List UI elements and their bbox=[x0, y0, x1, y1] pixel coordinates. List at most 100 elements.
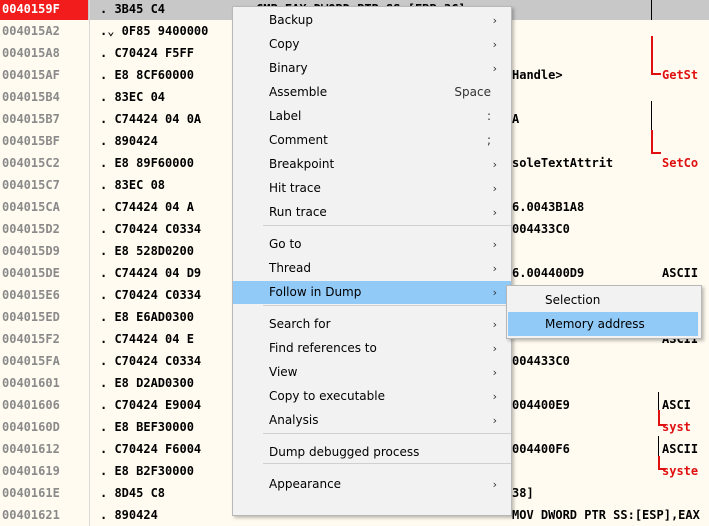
menu-item-label: Find references to bbox=[269, 341, 377, 355]
menu-item-thread[interactable]: Thread › bbox=[233, 257, 511, 280]
jump-bracket bbox=[651, 0, 652, 20]
column-separator bbox=[89, 218, 90, 240]
column-separator bbox=[89, 350, 90, 372]
column-separator bbox=[89, 438, 90, 460]
menu-item-binary[interactable]: Binary › bbox=[233, 57, 511, 80]
column-separator bbox=[89, 262, 90, 284]
address-cell: 00401621 bbox=[2, 508, 60, 522]
menu-item-search-for[interactable]: Search for › bbox=[233, 313, 511, 336]
comment-cell: ASCII bbox=[662, 266, 699, 280]
menu-item-label: Comment bbox=[269, 133, 328, 147]
hex-cell: . C70424 C0334 bbox=[100, 222, 202, 236]
address-cell: 0040161E bbox=[2, 486, 60, 500]
menu-item-analysis[interactable]: Analysis › bbox=[233, 409, 511, 432]
hex-cell: . E8 528D0200 bbox=[100, 244, 194, 258]
address-cell: 00401612 bbox=[2, 442, 60, 456]
column-separator bbox=[89, 0, 90, 20]
menu-item-label: Copy to executable bbox=[269, 389, 385, 403]
submenu-arrow-icon: › bbox=[492, 62, 497, 75]
address-cell: 004015B7 bbox=[2, 112, 60, 126]
hex-cell: .⌄ 0F85 9400000 bbox=[100, 24, 209, 38]
hex-cell: . C70424 C0334 bbox=[100, 288, 202, 302]
menu-item-follow-in-dump[interactable]: Follow in Dump › bbox=[233, 281, 511, 304]
hex-cell: . C74424 04 E bbox=[100, 332, 194, 346]
call-bracket bbox=[651, 36, 653, 74]
menu-item-label: View bbox=[269, 365, 298, 379]
hex-cell: . 890424 bbox=[100, 134, 158, 148]
menu-item-hit-trace[interactable]: Hit trace › bbox=[233, 177, 511, 200]
column-separator bbox=[89, 130, 90, 152]
asm-cell: 38] bbox=[512, 486, 534, 500]
column-separator bbox=[89, 86, 90, 108]
hex-cell: . C70424 E9004 bbox=[100, 398, 202, 412]
submenu-arrow-icon: › bbox=[492, 14, 497, 27]
menu-item-memory-address[interactable]: Memory address bbox=[508, 312, 698, 336]
column-separator bbox=[89, 394, 90, 416]
address-cell: 004015A2 bbox=[2, 24, 60, 38]
menu-item-label: Appearance bbox=[269, 477, 342, 491]
address-cell: 004015CA bbox=[2, 200, 60, 214]
asm-cell: 004433C0 bbox=[512, 222, 570, 236]
address-cell: 004015F2 bbox=[2, 332, 60, 346]
address-cell: 00401619 bbox=[2, 464, 60, 478]
address-cell: 004015BF bbox=[2, 134, 60, 148]
comment-cell: syst bbox=[662, 420, 691, 434]
column-separator bbox=[89, 42, 90, 64]
menu-item-appearance[interactable]: Appearance › bbox=[233, 473, 511, 496]
menu-item-label: Label bbox=[269, 109, 302, 123]
address-cell: 00401601 bbox=[2, 376, 60, 390]
column-separator bbox=[89, 504, 90, 526]
context-menu: Backup › Copy › Binary › Assemble Space Label: Co… bbox=[232, 6, 512, 516]
menu-item-backup[interactable]: Backup › bbox=[233, 9, 511, 32]
address-cell: 004015AF bbox=[2, 68, 60, 82]
menu-item-comment[interactable]: Comment; bbox=[233, 129, 511, 152]
address-cell: 004015C7 bbox=[2, 178, 60, 192]
menu-item-dump-debugged-process[interactable]: Dump debugged process bbox=[233, 441, 511, 464]
submenu-arrow-icon: › bbox=[492, 478, 497, 491]
column-separator bbox=[89, 240, 90, 262]
submenu-arrow-icon: › bbox=[492, 390, 497, 403]
asm-cell: 004400E9 bbox=[512, 398, 570, 412]
menu-item-copy[interactable]: Copy › bbox=[233, 33, 511, 56]
menu-item-breakpoint[interactable]: Breakpoint › bbox=[233, 153, 511, 176]
menu-item-assemble[interactable]: Assemble Space bbox=[233, 81, 511, 104]
asm-cell: 6.0043B1A8 bbox=[512, 200, 585, 214]
call-bracket bbox=[651, 130, 653, 154]
menu-item-label: Binary bbox=[269, 61, 308, 75]
menu-item-copy-to-executable[interactable]: Copy to executable › bbox=[233, 385, 511, 408]
submenu-arrow-icon: › bbox=[492, 366, 497, 379]
hex-cell: . E8 E6AD0300 bbox=[100, 310, 194, 324]
menu-item-label[interactable]: Label: bbox=[233, 105, 511, 128]
column-separator bbox=[89, 306, 90, 328]
menu-item-label: Run trace bbox=[269, 205, 327, 219]
menu-item-selection[interactable]: Selection bbox=[508, 288, 698, 312]
column-separator bbox=[89, 284, 90, 306]
submenu-arrow-icon: › bbox=[492, 318, 497, 331]
hex-cell: . E8 D2AD0300 bbox=[100, 376, 194, 390]
menu-separator bbox=[263, 433, 511, 434]
menu-item-find-references-to[interactable]: Find references to › bbox=[233, 337, 511, 360]
hex-cell: . E8 B2F30000 bbox=[100, 464, 194, 478]
menu-item-run-trace[interactable]: Run trace › bbox=[233, 201, 511, 224]
column-separator bbox=[89, 108, 90, 130]
comment-cell: GetSt bbox=[662, 68, 699, 82]
menu-item-label: Dump debugged process bbox=[269, 445, 420, 459]
menu-item-go-to[interactable]: Go to › bbox=[233, 233, 511, 256]
hex-cell: . 3B45 C4 bbox=[100, 2, 166, 16]
asm-cell: 004433C0 bbox=[512, 354, 570, 368]
comment-cell: ASCI bbox=[662, 398, 691, 412]
menu-item-label: Analysis bbox=[269, 413, 319, 427]
hex-cell: . 83EC 08 bbox=[100, 178, 166, 192]
hex-cell: . E8 BEF30000 bbox=[100, 420, 194, 434]
column-separator bbox=[89, 372, 90, 394]
address-cell: 004015A8 bbox=[2, 46, 60, 60]
hex-cell: . C74424 04 0A bbox=[100, 112, 202, 126]
menu-item-label: Breakpoint bbox=[269, 157, 335, 171]
hex-cell: . 8D45 C8 bbox=[100, 486, 166, 500]
menu-separator bbox=[263, 305, 511, 306]
menu-item-view[interactable]: View › bbox=[233, 361, 511, 384]
menu-item-label: Selection bbox=[545, 293, 601, 307]
asm-cell: 6.004400D9 bbox=[512, 266, 585, 280]
menu-item-label: Thread bbox=[269, 261, 311, 275]
column-separator bbox=[89, 328, 90, 350]
